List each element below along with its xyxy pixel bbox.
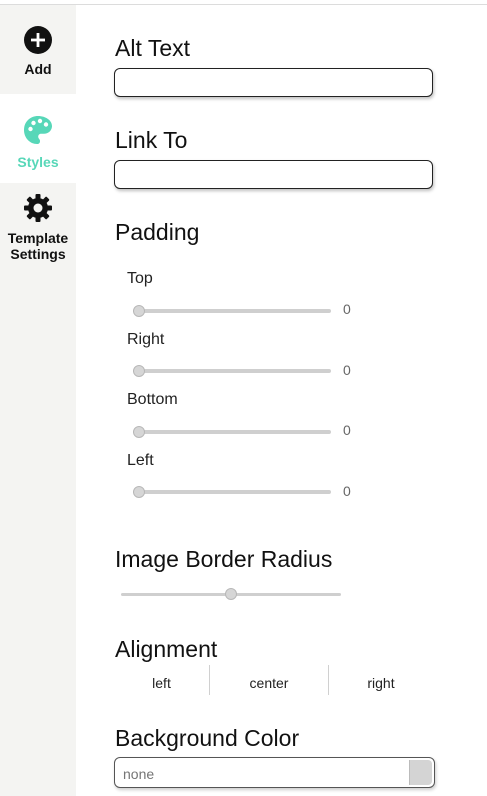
- styles-panel: Alt Text Link To Padding Top 0 Right 0 B…: [76, 5, 487, 796]
- background-color-field: [114, 757, 435, 789]
- border-radius-label: Image Border Radius: [115, 546, 333, 572]
- color-swatch-button[interactable]: [409, 760, 432, 785]
- slider-thumb[interactable]: [133, 486, 145, 498]
- alt-text-label: Alt Text: [115, 35, 190, 61]
- padding-right-value: 0: [343, 362, 351, 378]
- background-color-label: Background Color: [115, 725, 300, 751]
- padding-left-slider[interactable]: [133, 486, 331, 498]
- sidebar-item-label: Add: [24, 61, 52, 77]
- link-to-label: Link To: [115, 127, 188, 153]
- padding-right-slider[interactable]: [133, 365, 331, 377]
- padding-top-label: Top: [127, 270, 153, 287]
- plus-circle-icon: [24, 26, 52, 54]
- padding-bottom-value: 0: [343, 422, 351, 438]
- sidebar-item-label: Styles: [17, 154, 59, 170]
- slider-thumb[interactable]: [225, 588, 237, 600]
- alignment-label: Alignment: [115, 636, 218, 662]
- link-to-input[interactable]: [114, 160, 433, 189]
- padding-left-value: 0: [343, 483, 351, 499]
- palette-icon: [24, 116, 52, 144]
- alignment-button-group: left center right: [114, 665, 433, 695]
- sidebar: Add Styles Template Settings: [0, 5, 76, 796]
- align-right-button[interactable]: right: [329, 665, 433, 695]
- align-center-button[interactable]: center: [210, 665, 328, 695]
- sidebar-item-label: Template Settings: [7, 230, 69, 262]
- alt-text-input[interactable]: [114, 68, 433, 97]
- border-radius-slider[interactable]: [121, 588, 341, 600]
- padding-top-value: 0: [343, 301, 351, 317]
- padding-bottom-label: Bottom: [127, 391, 178, 408]
- gear-icon: [24, 194, 52, 222]
- padding-label: Padding: [115, 219, 200, 245]
- padding-bottom-slider[interactable]: [133, 426, 331, 438]
- background-color-input[interactable]: [121, 758, 405, 789]
- padding-left-label: Left: [127, 452, 154, 469]
- slider-thumb[interactable]: [133, 305, 145, 317]
- padding-right-label: Right: [127, 331, 165, 348]
- align-left-button[interactable]: left: [114, 665, 209, 695]
- sidebar-item-styles[interactable]: Styles: [0, 94, 76, 183]
- slider-thumb[interactable]: [133, 365, 145, 377]
- sidebar-item-add[interactable]: Add: [0, 5, 76, 94]
- sidebar-item-template-settings[interactable]: Template Settings: [0, 183, 76, 275]
- slider-thumb[interactable]: [133, 426, 145, 438]
- padding-top-slider[interactable]: [133, 305, 331, 317]
